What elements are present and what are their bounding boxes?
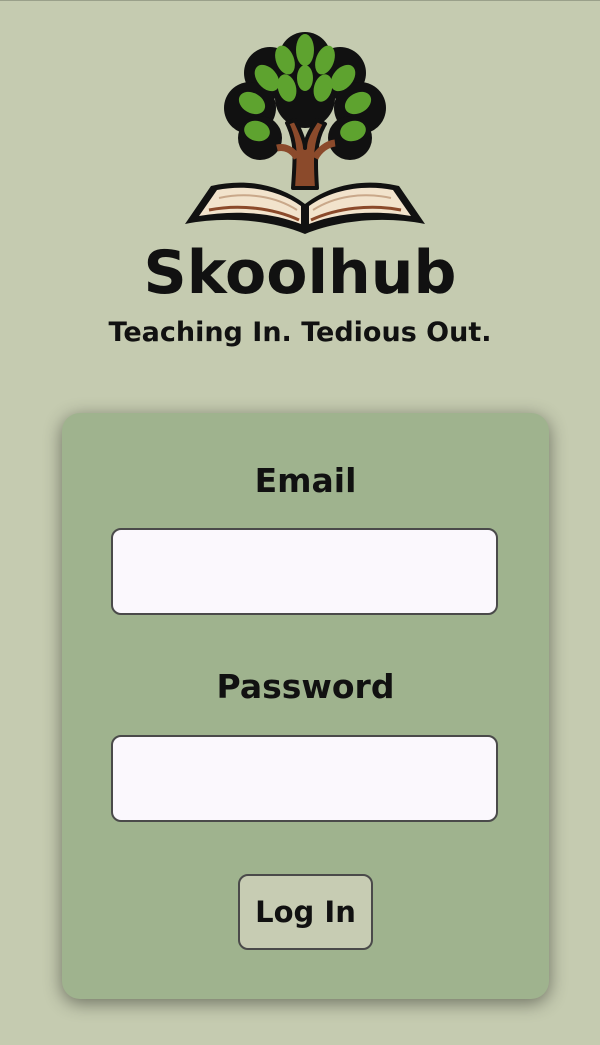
login-button[interactable]: Log In (238, 874, 373, 950)
password-label: Password (216, 667, 395, 706)
login-card: Email Password Log In (62, 413, 549, 999)
top-divider (0, 0, 600, 1)
email-label: Email (254, 461, 357, 500)
tree-on-open-book-icon (185, 32, 425, 234)
app-tagline: Teaching In. Tedious Out. (108, 317, 492, 348)
email-field[interactable] (111, 528, 498, 615)
password-field[interactable] (111, 735, 498, 822)
app-title: Skoolhub (143, 238, 457, 308)
